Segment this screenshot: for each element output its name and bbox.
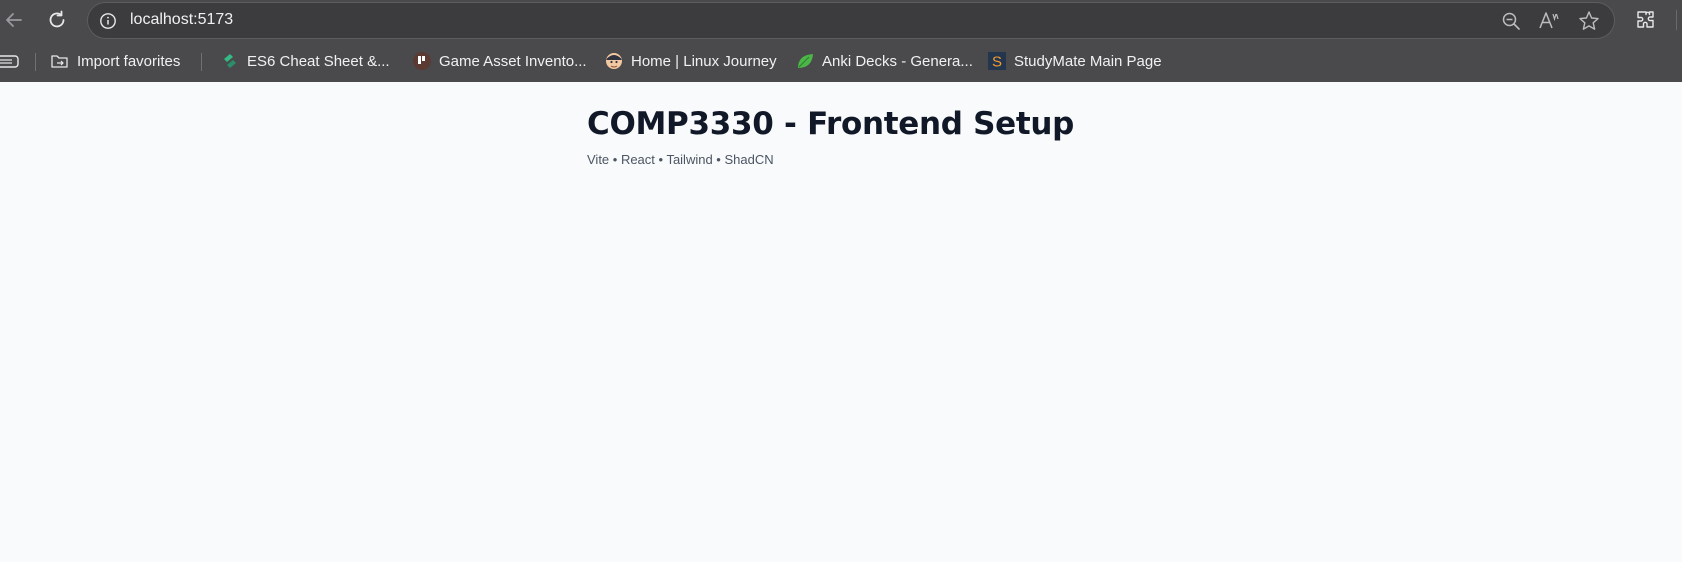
bookmark-linux-journey[interactable]: Home | Linux Journey <box>604 48 777 74</box>
page-title: COMP3330 - Frontend Setup <box>587 106 1075 142</box>
reload-icon <box>49 10 65 28</box>
bookmark-label: StudyMate Main Page <box>1014 52 1162 70</box>
collections-button[interactable] <box>0 48 20 74</box>
bookmark-label: ES6 Cheat Sheet &... <box>247 52 390 70</box>
import-favorites-icon <box>50 51 70 71</box>
collections-icon <box>0 51 20 71</box>
bookmarks-bar: Import favorites ES6 Cheat Sheet &... Ga… <box>0 44 1682 80</box>
bookmark-studymate[interactable]: S StudyMate Main Page <box>987 48 1162 74</box>
bookmark-label: Game Asset Invento... <box>439 52 587 70</box>
site-info-icon[interactable] <box>98 11 118 31</box>
reload-button[interactable] <box>43 6 71 34</box>
studymate-s-icon: S <box>987 51 1007 71</box>
read-aloud-icon[interactable] <box>1538 10 1560 32</box>
favorite-star-icon[interactable] <box>1578 10 1600 32</box>
browser-toolbar: localhost:5173 <box>0 0 1682 40</box>
browser-chrome: localhost:5173 Import favorites ES6 Chea… <box>0 0 1682 82</box>
page-content: COMP3330 - Frontend Setup Vite • React •… <box>0 82 1682 562</box>
svg-text:S: S <box>992 54 1002 71</box>
bookmark-game-asset-inventory[interactable]: Game Asset Invento... <box>412 48 587 74</box>
game-asset-site-icon <box>412 51 432 71</box>
address-bar[interactable]: localhost:5173 <box>87 2 1615 39</box>
bookmark-separator <box>201 53 202 71</box>
back-button[interactable] <box>0 6 28 34</box>
bookmark-label: Home | Linux Journey <box>631 52 777 70</box>
url-text[interactable]: localhost:5173 <box>130 11 233 29</box>
es6-site-icon <box>220 51 240 71</box>
bookmark-label: Anki Decks - Genera... <box>822 52 973 70</box>
bookmark-separator <box>35 53 36 71</box>
back-arrow-icon <box>6 13 22 27</box>
linux-journey-site-icon <box>604 51 624 71</box>
anki-leaf-icon <box>795 51 815 71</box>
bookmark-label: Import favorites <box>77 52 181 70</box>
bookmark-es6-cheat-sheet[interactable]: ES6 Cheat Sheet &... <box>220 48 390 74</box>
extensions-icon[interactable] <box>1634 8 1658 32</box>
bookmark-anki-decks[interactable]: Anki Decks - Genera... <box>795 48 973 74</box>
toolbar-divider <box>1676 10 1677 30</box>
page-subtitle: Vite • React • Tailwind • ShadCN <box>587 152 774 167</box>
bookmark-import-favorites[interactable]: Import favorites <box>50 48 180 74</box>
zoom-out-icon[interactable] <box>1500 10 1522 32</box>
